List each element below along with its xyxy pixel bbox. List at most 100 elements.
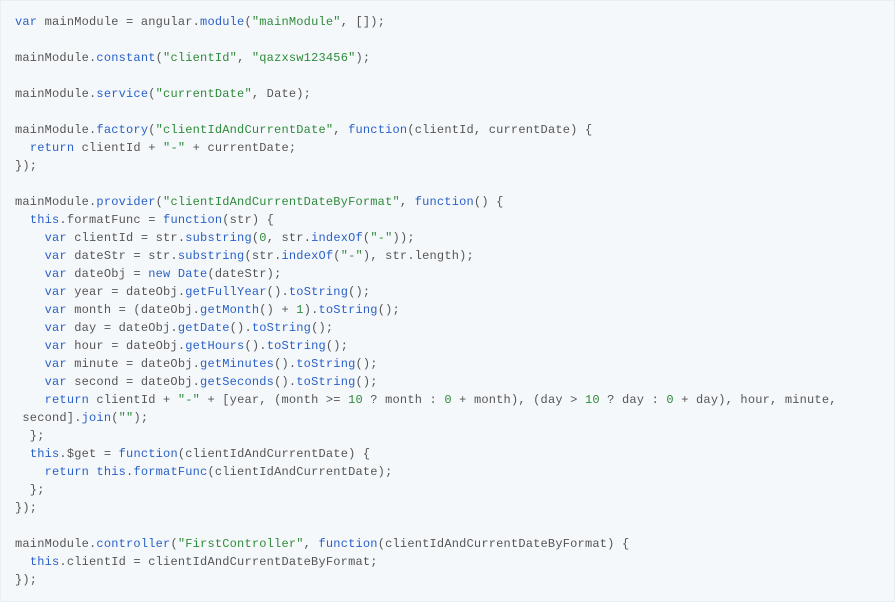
code-line: var dateStr = str.substring(str.indexOf(… <box>15 247 880 265</box>
code-block[interactable]: var mainModule = angular.module("mainMod… <box>15 13 880 589</box>
code-token: getHours <box>185 339 244 353</box>
code-token: 0 <box>666 393 673 407</box>
code-token: + month), (day > <box>452 393 585 407</box>
code-token: , <box>400 195 415 209</box>
code-token: dateObj = <box>74 267 148 281</box>
code-token: "mainModule" <box>252 15 341 29</box>
code-line <box>15 31 880 49</box>
code-token: (str) { <box>222 213 274 227</box>
code-token: (). <box>274 357 296 371</box>
code-token: ) { <box>348 447 370 461</box>
code-token: this <box>30 213 60 227</box>
code-token: (str. <box>244 249 281 263</box>
code-token: (). <box>230 321 252 335</box>
code-line <box>15 67 880 85</box>
code-token: substring <box>185 231 252 245</box>
code-token: (). <box>267 285 289 299</box>
code-token: ) { <box>570 123 592 137</box>
code-token: mainModule. <box>15 51 96 65</box>
code-token <box>15 285 45 299</box>
code-token <box>15 249 45 263</box>
code-line: mainModule.provider("clientIdAndCurrentD… <box>15 193 880 211</box>
code-token: ( <box>111 411 118 425</box>
code-line: this.$get = function(clientIdAndCurrentD… <box>15 445 880 463</box>
code-token: () { <box>474 195 504 209</box>
code-token: () + <box>259 303 296 317</box>
code-token: mainModule = angular. <box>45 15 200 29</box>
code-token: , []); <box>341 15 385 29</box>
code-token: , <box>237 51 252 65</box>
code-token: (); <box>326 339 348 353</box>
code-token: getFullYear <box>185 285 266 299</box>
code-line: return clientId + "-" + currentDate; <box>15 139 880 157</box>
code-token: 10 <box>348 393 363 407</box>
code-line: second].join(""); <box>15 409 880 427</box>
code-token: )); <box>393 231 415 245</box>
code-token: "" <box>119 411 134 425</box>
code-token: ). <box>304 303 319 317</box>
code-token: this <box>96 465 126 479</box>
code-token: var <box>45 321 75 335</box>
code-line: }; <box>15 481 880 499</box>
code-token: var <box>15 15 45 29</box>
code-token: function <box>348 123 407 137</box>
code-token: join <box>82 411 112 425</box>
code-token: (); <box>311 321 333 335</box>
code-token: formatFunc <box>133 465 207 479</box>
code-token: 0 <box>444 393 451 407</box>
code-line: var clientId = str.substring(0, str.inde… <box>15 229 880 247</box>
code-token <box>15 357 45 371</box>
code-token: "-" <box>341 249 363 263</box>
code-token: clientIdAndCurrentDate <box>185 447 348 461</box>
code-token: factory <box>96 123 148 137</box>
code-token: "clientId" <box>163 51 237 65</box>
code-token <box>15 339 45 353</box>
code-token: var <box>45 375 75 389</box>
code-token: second]. <box>15 411 82 425</box>
code-token: (). <box>244 339 266 353</box>
code-token <box>15 231 45 245</box>
code-token: (); <box>348 285 370 299</box>
code-token: function <box>119 447 178 461</box>
code-token <box>15 465 45 479</box>
code-token: second = dateObj. <box>74 375 200 389</box>
code-token: return <box>45 465 97 479</box>
code-token: ), str.length); <box>363 249 474 263</box>
code-token: ) { <box>607 537 629 551</box>
code-token: clientId = str. <box>74 231 185 245</box>
code-token <box>15 447 30 461</box>
code-line: }; <box>15 427 880 445</box>
code-token: + [year, (month >= <box>200 393 348 407</box>
code-token: ( <box>156 195 163 209</box>
code-token: toString <box>296 357 355 371</box>
code-token: (); <box>356 375 378 389</box>
code-line: this.formatFunc = function(str) { <box>15 211 880 229</box>
code-token <box>15 555 30 569</box>
code-token: ); <box>356 51 371 65</box>
code-token: (); <box>378 303 400 317</box>
code-token: function <box>415 195 474 209</box>
code-token <box>15 393 45 407</box>
code-token: var <box>45 285 75 299</box>
code-line: this.clientId = clientIdAndCurrentDateBy… <box>15 553 880 571</box>
code-line: }); <box>15 157 880 175</box>
code-token: ( <box>333 249 340 263</box>
code-token: ); <box>133 411 148 425</box>
code-token: Date <box>178 267 208 281</box>
code-line: var second = dateObj.getSeconds().toStri… <box>15 373 880 391</box>
code-token: var <box>45 231 75 245</box>
code-token: ( <box>244 15 251 29</box>
code-line: var year = dateObj.getFullYear().toStrin… <box>15 283 880 301</box>
code-token: , <box>304 537 319 551</box>
code-line: }); <box>15 571 880 589</box>
code-token: "-" <box>163 141 185 155</box>
code-token: toString <box>252 321 311 335</box>
code-token: this <box>30 447 60 461</box>
code-token: .$get = <box>59 447 118 461</box>
code-token: , Date); <box>252 87 311 101</box>
code-token: ( <box>378 537 385 551</box>
code-line: }); <box>15 499 880 517</box>
code-token: toString <box>289 285 348 299</box>
code-token: }); <box>15 501 37 515</box>
code-token: .formatFunc = <box>59 213 163 227</box>
